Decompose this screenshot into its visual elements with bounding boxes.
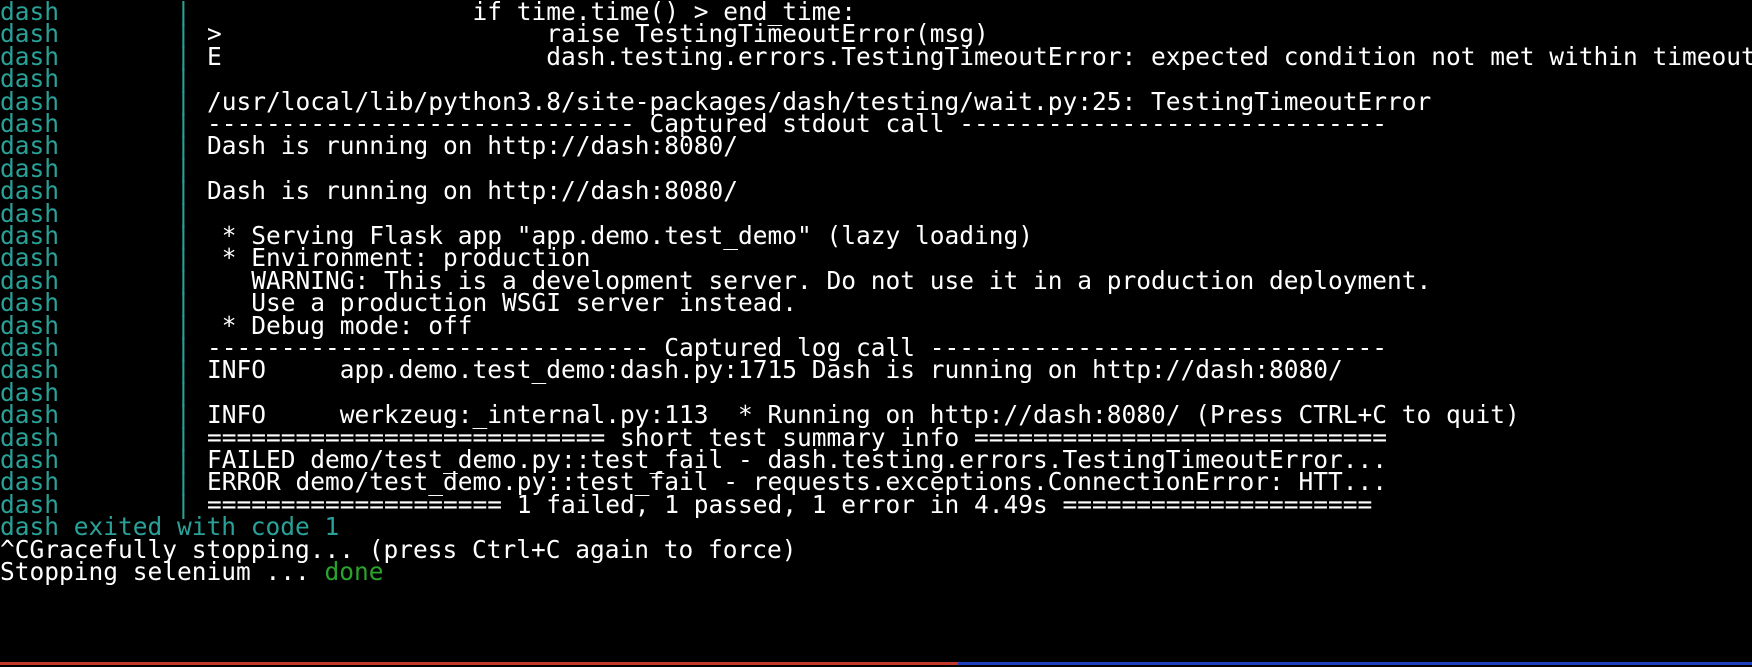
log-text: ==================== 1 failed, 1 passed,… (207, 489, 1373, 519)
log-text: E dash.testing.errors.TestingTimeoutErro… (207, 41, 1752, 71)
log-text: Dash is running on http://dash:8080/ (207, 176, 739, 206)
log-text: Dash is running on http://dash:8080/ (207, 131, 739, 161)
status-bar (0, 662, 1752, 665)
done-status: done (324, 557, 384, 586)
selenium-status-line: Stopping selenium ... done (0, 559, 384, 584)
status-bar-left (0, 662, 958, 665)
terminal-output[interactable]: dash | if time.time() > end_time: dash | > r… (0, 0, 1752, 660)
selenium-line: Stopping selenium ... done (0, 559, 384, 584)
status-bar-right (958, 662, 1752, 665)
log-text: INFO app.demo.test_demo:dash.py:1715 Das… (207, 355, 1343, 385)
selenium-message: Stopping selenium ... (0, 557, 325, 586)
